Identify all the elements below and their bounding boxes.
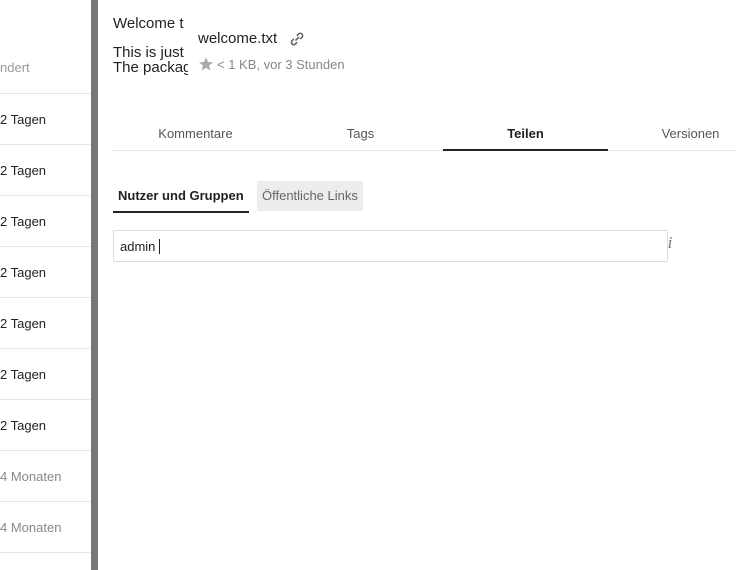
file-modified: 2 Tagen	[0, 418, 47, 433]
file-modified: 2 Tagen	[0, 214, 47, 229]
file-preview-thumbnail[interactable]: Welcome t This is just The packag	[113, 0, 188, 90]
modified-column-header[interactable]: ndert	[0, 60, 30, 75]
subtab-users-groups[interactable]: Nutzer und Gruppen	[113, 181, 249, 213]
file-row[interactable]: 2 Tagen	[0, 145, 91, 196]
subtab-public-links[interactable]: Öffentliche Links	[257, 181, 363, 211]
file-row[interactable]: 2 Tagen	[0, 298, 91, 349]
file-modified: 2 Tagen	[0, 265, 47, 280]
tab-tags[interactable]: Tags	[278, 118, 443, 150]
file-row[interactable]: 4 Monaten	[0, 451, 91, 502]
preview-title: Welcome t	[113, 15, 184, 32]
sidebar-divider	[91, 0, 98, 570]
file-name: welcome.txt	[198, 30, 278, 47]
file-modified: 2 Tagen	[0, 367, 47, 382]
file-modified: 2 Tagen	[0, 316, 47, 331]
details-sidebar: Welcome t This is just The packag welcom…	[98, 0, 736, 570]
file-row[interactable]: 2 Tagen	[0, 94, 91, 145]
tab-sharing[interactable]: Teilen	[443, 118, 608, 151]
file-row[interactable]: 2 Tagen	[0, 349, 91, 400]
tab-versions[interactable]: Versionen	[608, 118, 736, 150]
file-modified: 4 Monaten	[0, 520, 62, 535]
file-modified: 2 Tagen	[0, 112, 47, 127]
file-row[interactable]: 4 Monaten	[0, 502, 91, 553]
file-modified: 4 Monaten	[0, 469, 62, 484]
preview-line: The packag	[113, 59, 188, 76]
file-row[interactable]: 2 Tagen	[0, 247, 91, 298]
file-row[interactable]: 2 Tagen	[0, 196, 91, 247]
file-list-header: ndert	[0, 43, 91, 94]
app-root: ndert 2 Tagen 2 Tagen 2 Tagen 2 Tagen 2 …	[0, 0, 736, 570]
text-cursor	[159, 239, 160, 254]
link-icon[interactable]	[289, 31, 305, 47]
info-icon[interactable]: i	[663, 233, 677, 253]
file-row[interactable]: 2 Tagen	[0, 400, 91, 451]
sidebar-tabs: Kommentare Tags Teilen Versionen	[113, 118, 736, 151]
preview-line: This is just	[113, 44, 184, 61]
file-list: ndert 2 Tagen 2 Tagen 2 Tagen 2 Tagen 2 …	[0, 0, 91, 570]
share-with-input[interactable]	[113, 230, 668, 262]
star-icon[interactable]	[198, 56, 214, 72]
file-modified: 2 Tagen	[0, 163, 47, 178]
tab-comments[interactable]: Kommentare	[113, 118, 278, 150]
file-meta: < 1 KB, vor 3 Stunden	[198, 56, 345, 74]
file-size-and-date: < 1 KB, vor 3 Stunden	[217, 57, 345, 72]
